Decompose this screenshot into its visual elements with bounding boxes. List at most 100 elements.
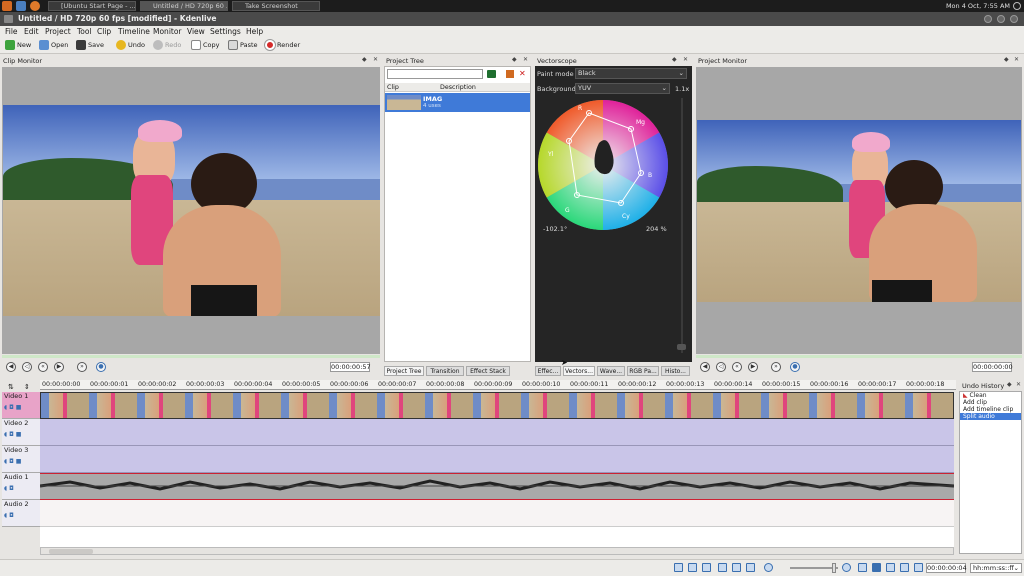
tab-effect-stack[interactable]: Effect Stack xyxy=(466,366,510,376)
tab-transition[interactable]: Transition xyxy=(426,366,464,376)
status-timecode[interactable]: 00:00:00:04 xyxy=(926,563,967,573)
zoom-out-icon[interactable] xyxy=(764,563,773,572)
spacer-tool-icon[interactable] xyxy=(746,563,755,572)
menu-help[interactable]: Help xyxy=(246,26,263,37)
add-clip-icon[interactable] xyxy=(487,70,496,78)
float-icon[interactable]: ◆ xyxy=(362,56,367,63)
copy-button[interactable]: Copy xyxy=(191,40,220,51)
clock[interactable]: Mon 4 Oct, 7:55 AM xyxy=(946,2,1010,10)
normal-mode-icon[interactable] xyxy=(872,563,881,572)
project-monitor-ruler[interactable] xyxy=(696,355,1022,358)
maximize-icon[interactable] xyxy=(997,15,1005,23)
tab-vectorscope[interactable]: Vectors... xyxy=(563,366,595,376)
tab-histogram[interactable]: Histo... xyxy=(661,366,690,376)
audio-1-clip[interactable] xyxy=(40,473,954,500)
timeline-ruler[interactable]: 00:00:00:00 00:00:00:01 00:00:00:02 00:0… xyxy=(40,380,956,390)
menu-settings[interactable]: Settings xyxy=(210,26,241,37)
col-description[interactable]: Description xyxy=(440,83,476,92)
task-ubuntu-start-page[interactable]: [Ubuntu Start Page - ... xyxy=(48,1,136,11)
play-icon[interactable]: ▶ xyxy=(54,362,64,372)
video-thumbnails-icon[interactable] xyxy=(674,563,683,572)
track-settings-icon[interactable]: ⇅ xyxy=(8,383,14,391)
lock-icon[interactable]: ◘ xyxy=(9,485,14,492)
save-button[interactable]: Save xyxy=(76,40,104,51)
clip-monitor-view[interactable] xyxy=(2,67,380,354)
gain-slider[interactable] xyxy=(681,98,683,353)
mute-icon[interactable]: ◖ xyxy=(4,485,7,492)
float-icon[interactable]: ◆ xyxy=(1007,381,1012,388)
undo-item[interactable]: ◣ Clean xyxy=(960,392,1021,399)
clip-monitor-ruler[interactable] xyxy=(2,355,380,358)
float-icon[interactable]: ◆ xyxy=(512,56,517,63)
snap-icon[interactable] xyxy=(914,563,923,572)
minimize-icon[interactable] xyxy=(984,15,992,23)
mute-icon[interactable]: ◖ xyxy=(4,431,7,438)
col-clip[interactable]: Clip xyxy=(387,83,399,92)
menu-view[interactable]: View xyxy=(187,26,205,37)
firefox-icon[interactable] xyxy=(30,1,40,11)
mute-icon[interactable]: ◖ xyxy=(4,512,7,519)
project-monitor-view[interactable] xyxy=(696,67,1022,354)
close-icon[interactable]: ✕ xyxy=(373,56,378,63)
rewind-icon[interactable]: ◀ xyxy=(6,362,16,372)
lock-icon[interactable]: ◘ xyxy=(9,512,14,519)
tab-project-tree[interactable]: Project Tree xyxy=(384,366,424,376)
timecode-format-select[interactable]: hh:mm:ss::ff ⌄ xyxy=(970,563,1022,573)
edit-clip-icon[interactable] xyxy=(506,70,514,78)
track-header-audio-2[interactable]: Audio 2 ◖ ◘ xyxy=(2,500,40,527)
redo-button[interactable]: Redo xyxy=(153,40,181,51)
menu-tool[interactable]: Tool xyxy=(77,26,92,37)
mute-icon[interactable]: ◖ xyxy=(4,458,7,465)
open-button[interactable]: Open xyxy=(39,40,68,51)
project-monitor-timecode[interactable]: 00:00:00:00 xyxy=(972,362,1013,372)
project-clip-item[interactable]: IMAG 4 uses xyxy=(385,93,530,112)
zoom-slider[interactable] xyxy=(790,567,838,569)
mute-icon[interactable]: ◖ xyxy=(4,404,7,411)
lock-icon[interactable]: ◘ xyxy=(9,458,14,465)
zoom-fit-icon[interactable]: ⇕ xyxy=(24,383,30,391)
markers-icon[interactable] xyxy=(702,563,711,572)
menu-clip[interactable]: Clip xyxy=(97,26,111,37)
play-icon[interactable]: ▶ xyxy=(748,362,758,372)
track-header-video-1[interactable]: Video 1 ◖ ◘ ■ xyxy=(2,392,40,419)
tab-effects[interactable]: Effec... xyxy=(535,366,561,376)
track-header-video-2[interactable]: Video 2 ◖ ◘ ■ xyxy=(2,419,40,446)
scrollbar-thumb[interactable] xyxy=(49,549,93,554)
video-3-lane[interactable] xyxy=(40,446,954,473)
new-button[interactable]: New xyxy=(5,40,31,51)
menu-timeline[interactable]: Timeline xyxy=(118,26,150,37)
timeline-hscrollbar[interactable] xyxy=(40,547,954,555)
next-frame-icon[interactable]: » xyxy=(77,362,87,372)
track-header-audio-1[interactable]: Audio 1 ◖ ◘ xyxy=(2,473,40,500)
close-icon[interactable]: ✕ xyxy=(1014,56,1019,63)
close-icon[interactable] xyxy=(1010,15,1018,23)
background-select[interactable]: YUV ⌄ xyxy=(575,83,670,94)
rewind-icon[interactable]: ◀ xyxy=(700,362,710,372)
tab-rgb-parade[interactable]: RGB Pa... xyxy=(627,366,659,376)
step-back-icon[interactable]: ◁ xyxy=(716,362,726,372)
video-2-lane[interactable] xyxy=(40,419,954,446)
undo-button[interactable]: Undo xyxy=(116,40,145,51)
close-icon[interactable]: ✕ xyxy=(683,56,688,63)
close-icon[interactable]: ✕ xyxy=(1016,381,1021,388)
razor-tool-icon[interactable] xyxy=(732,563,741,572)
undo-item-selected[interactable]: Split audio xyxy=(960,413,1021,420)
task-kdenlive[interactable]: Untitled / HD 720p 60 ... xyxy=(140,1,228,11)
ubuntu-menu-icon[interactable] xyxy=(2,1,12,11)
lock-icon[interactable]: ◘ xyxy=(9,431,14,438)
menu-edit[interactable]: Edit xyxy=(24,26,39,37)
paste-button[interactable]: Paste xyxy=(228,40,258,51)
monitor-zone-icon[interactable]: ● xyxy=(96,362,106,372)
undo-item[interactable]: Add clip xyxy=(960,399,1021,406)
zoom-slider-handle[interactable] xyxy=(832,563,836,573)
undo-item[interactable]: Add timeline clip xyxy=(960,406,1021,413)
float-icon[interactable]: ◆ xyxy=(672,56,677,63)
selection-tool-icon[interactable] xyxy=(718,563,727,572)
close-icon[interactable]: ✕ xyxy=(523,56,528,63)
audio-thumbnails-icon[interactable] xyxy=(688,563,697,572)
step-back-icon[interactable]: ◁ xyxy=(22,362,32,372)
menu-monitor[interactable]: Monitor xyxy=(153,26,182,37)
paint-mode-select[interactable]: Black ⌄ xyxy=(575,68,687,79)
render-button[interactable]: Render xyxy=(265,40,300,51)
network-icon[interactable] xyxy=(16,1,26,11)
